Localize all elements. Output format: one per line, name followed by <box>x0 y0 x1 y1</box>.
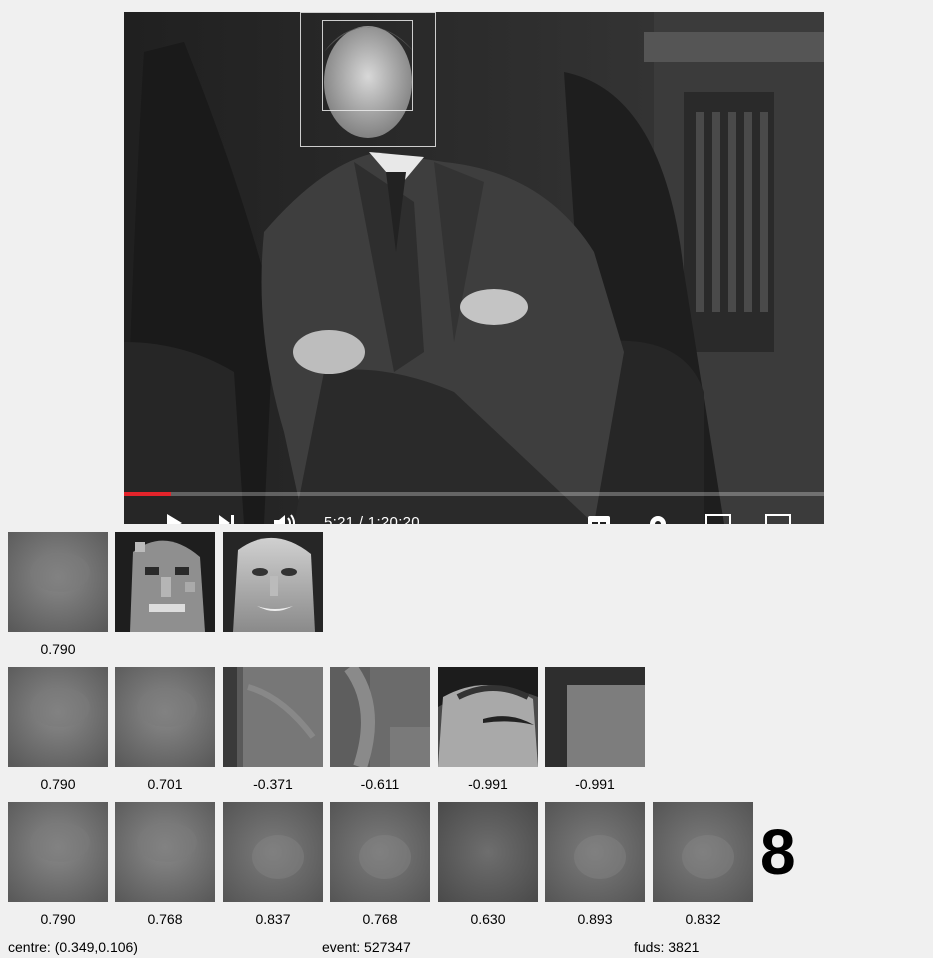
thumbnail-score: -0.991 <box>575 776 615 792</box>
next-icon[interactable] <box>216 512 238 524</box>
thumbnail <box>115 802 215 902</box>
thumbnail <box>438 802 538 902</box>
video-player[interactable]: 5:21 / 1:20:20 <box>124 12 824 524</box>
volume-icon[interactable] <box>272 512 298 524</box>
thumbnail <box>545 667 645 767</box>
time-display: 5:21 / 1:20:20 <box>324 514 420 524</box>
player-controls: 5:21 / 1:20:20 <box>124 508 824 524</box>
thumbnail-score: 0.768 <box>147 911 183 927</box>
miniplayer-icon[interactable] <box>704 512 732 524</box>
thumbnail <box>115 532 215 632</box>
thumbnail-score: 0.790 <box>40 911 76 927</box>
play-icon[interactable] <box>164 512 184 524</box>
thumbnail-score: 0.768 <box>362 911 398 927</box>
subtitles-icon[interactable] <box>586 512 612 524</box>
thumbnail <box>223 532 323 632</box>
thumbnail-score: -0.611 <box>360 776 400 792</box>
settings-icon[interactable] <box>646 512 670 524</box>
thumbnail <box>8 532 108 632</box>
thumbnail <box>545 802 645 902</box>
thumbnail <box>438 667 538 767</box>
progress-bar[interactable] <box>124 492 824 496</box>
thumbnail <box>223 667 323 767</box>
centre-readout: centre: (0.349,0.106) <box>8 939 138 955</box>
thumbnail-score: -0.371 <box>253 776 293 792</box>
thumbnail-score: 0.790 <box>40 776 76 792</box>
thumbnail-score: 0.837 <box>255 911 291 927</box>
thumbnail-score: 0.701 <box>147 776 183 792</box>
face-detection-inner-box <box>322 20 413 111</box>
video-frame <box>124 12 824 524</box>
predicted-digit: 8 <box>760 816 796 888</box>
thumbnail-score: 0.630 <box>470 911 506 927</box>
progress-fill <box>124 492 171 496</box>
fullscreen-icon[interactable] <box>764 512 792 524</box>
thumbnail-score: 0.790 <box>40 641 76 657</box>
fuds-readout: fuds: 3821 <box>634 939 700 955</box>
event-readout: event: 527347 <box>322 939 411 955</box>
thumbnail-score: 0.893 <box>577 911 613 927</box>
thumbnail <box>330 802 430 902</box>
thumbnail-score: 0.832 <box>685 911 721 927</box>
thumbnail <box>330 667 430 767</box>
thumbnail <box>653 802 753 902</box>
thumbnail-score: -0.991 <box>468 776 508 792</box>
thumbnail <box>8 667 108 767</box>
thumbnail <box>115 667 215 767</box>
thumbnail <box>223 802 323 902</box>
thumbnail <box>8 802 108 902</box>
